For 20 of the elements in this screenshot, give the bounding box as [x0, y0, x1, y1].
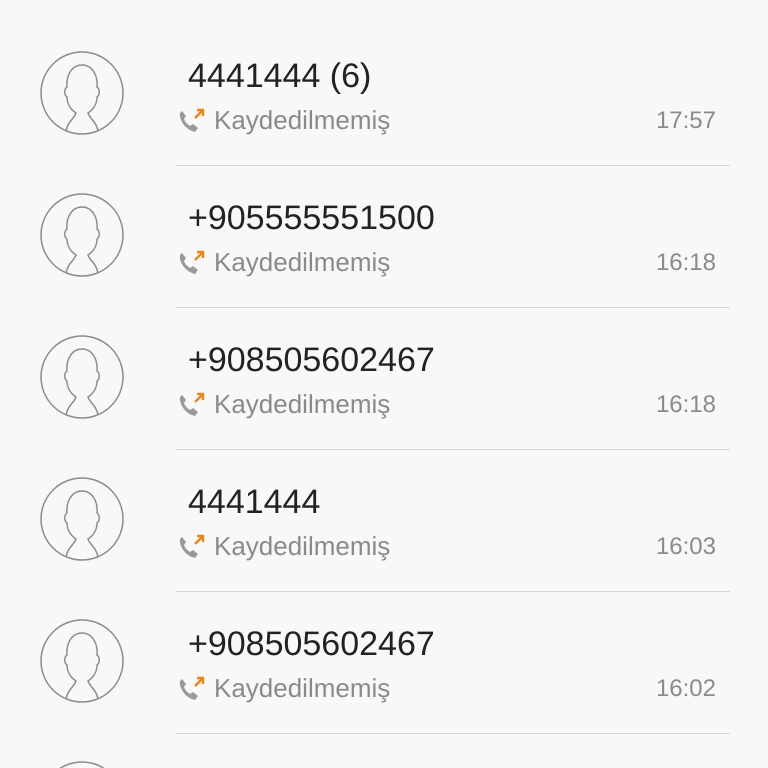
phone-number: 4441444 (6): [188, 57, 372, 95]
contact-status: Kaydedilmemiş: [214, 247, 392, 278]
contact-status: Kaydedilmemiş: [214, 673, 392, 704]
contact-status: Kaydedilmemiş: [214, 531, 392, 562]
call-time: 16:02: [656, 674, 716, 702]
phone-number: +905555551500: [188, 199, 436, 237]
avatar-icon: [40, 335, 124, 419]
avatar-icon: [40, 51, 124, 135]
contact-status: Kaydedilmemiş: [214, 389, 392, 420]
phone-number: 4441444: [188, 483, 322, 521]
call-time: 16:18: [656, 390, 716, 418]
avatar-icon: [40, 477, 124, 561]
call-time: 16:18: [656, 248, 716, 276]
phone-number: +908505602467: [188, 625, 436, 663]
call-time: 16:03: [656, 532, 716, 560]
avatar-icon: [40, 619, 124, 703]
avatar-icon: [40, 193, 124, 277]
contact-status: Kaydedilmemiş: [214, 105, 392, 136]
call-time: 17:57: [656, 106, 716, 134]
phone-number: +908505602467: [188, 341, 436, 379]
